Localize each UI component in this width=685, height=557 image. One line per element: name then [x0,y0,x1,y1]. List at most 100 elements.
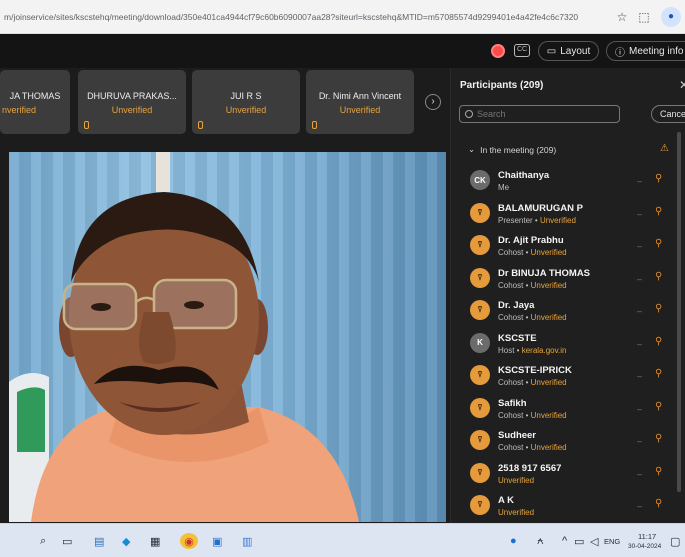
search-icon[interactable]: ⌕ [40,533,46,549]
thumbnail-name: DHURUVA PRAKAS... [87,91,177,101]
muted-mic-icon[interactable]: ⚲ [655,466,662,477]
participant-name: 2518 917 6567 [498,462,562,474]
participant-row[interactable]: ⍢ Dr BINUJA THOMAS Cohost • Unverified – ⚲ [451,263,685,296]
separator-dot: • [514,345,522,355]
participant-role: Cohost [498,378,524,387]
avatar: ⍢ [470,300,490,320]
participant-thumbnail[interactable]: Dr. Nimi Ann Vincent Unverified [306,70,414,134]
participant-thumbnail[interactable]: JA THOMAS nverified [0,70,70,134]
photos-icon[interactable]: ▥ [242,533,252,549]
participant-name: Dr. Jaya [498,300,535,311]
participant-status: kerala.gov.in [521,345,567,355]
chevron-right-icon[interactable]: › [425,94,441,110]
participant-thumbnail[interactable]: DHURUVA PRAKAS... Unverified [78,70,186,134]
task-view-icon[interactable]: ▭ [62,533,72,549]
file-explorer-icon[interactable]: ▤ [94,533,104,549]
participant-row[interactable]: ⍢ A K Unverified – ⚲ [451,490,685,523]
participant-row[interactable]: ⍢ Dr. Ajit Prabhu Cohost • Unverified – ⚲ [451,230,685,263]
separator-dot: • [523,248,531,257]
main-video[interactable] [9,152,446,522]
participant-row[interactable]: ⍢ 2518 917 6567 Unverified – ⚲ [451,458,685,491]
avatar: ⍢ [470,397,490,418]
search-input[interactable] [477,109,607,119]
search-field[interactable] [459,105,620,123]
muted-mic-icon[interactable]: ⚲ [655,303,662,314]
muted-mic-icon[interactable]: ⚲ [655,271,662,282]
person-icon: ⍢ [477,207,483,217]
participant-row[interactable]: CK Chaithanya Me – ⚲ [451,165,685,198]
participant-row[interactable]: ⍢ KSCSTE-IPRICK Cohost • Unverified – ⚲ [451,360,685,393]
language-indicator[interactable]: ENG [604,537,620,546]
participant-row[interactable]: ⍢ Sudheer Cohost • Unverified – ⚲ [451,425,685,458]
store-icon[interactable]: ▣ [212,533,222,549]
participant-status: Unverified [530,443,567,452]
participant-role: Presenter [498,215,533,225]
url-text[interactable]: m/joinservice/sites/kscstehq/meeting/dow… [0,12,611,22]
muted-mic-icon[interactable]: ⚲ [655,206,662,217]
cancel-button[interactable]: Cancel [651,105,685,123]
separator-dot: • [523,280,531,290]
muted-mic-icon[interactable]: ⚲ [655,336,662,347]
thumbnail-status: Unverified [111,105,153,115]
participant-name: Dr. Ajit Prabhu [498,235,564,246]
muted-mic-icon[interactable]: ⚲ [655,173,662,184]
captions-icon[interactable]: CC [514,44,530,57]
separator-dot: • [523,313,531,322]
clock-date[interactable]: 30-04-2024 [628,543,661,550]
participant-row[interactable]: ⍢ Safikh Cohost • Unverified – ⚲ [451,393,685,426]
chrome-icon[interactable]: ◉ [180,533,198,549]
network-icon[interactable]: ▭ [574,533,584,549]
participant-role: Cohost [498,313,524,322]
participant-subtitle: Cohost • Unverified [498,378,567,387]
participant-role: Cohost [498,248,524,257]
participant-name: KSCSTE [498,332,537,344]
muted-mic-icon[interactable]: ⚲ [655,498,662,509]
edge-icon[interactable]: ◆ [122,533,130,549]
meeting-topbar: CC ▭ Layout ⓘ Meeting info [0,34,685,68]
participant-subtitle: Presenter • Unverified [498,216,576,225]
muted-mic-icon[interactable]: ⚲ [655,401,662,412]
profile-icon[interactable]: ● [661,6,681,27]
meeting-info-button[interactable]: ⓘ Meeting info [606,41,685,61]
person-icon: ⍢ [477,467,483,477]
muted-mic-icon [198,121,203,129]
close-icon[interactable]: ✕ [679,78,685,92]
participant-subtitle: Cohost • Unverified [498,313,567,322]
person-icon: ⍢ [477,272,483,282]
volume-icon[interactable]: ◁ [590,533,598,549]
layout-button[interactable]: ▭ Layout [538,41,599,61]
thumbnail-name: Dr. Nimi Ann Vincent [318,91,402,101]
avatar: ⍢ [470,202,490,223]
video-off-icon: – [637,208,643,219]
video-off-icon: – [637,501,643,511]
participant-row[interactable]: ⍢ BALAMURUGAN P Presenter • Unverified – ⚲ [451,198,685,231]
muted-mic-icon[interactable]: ⚲ [655,238,662,249]
participant-subtitle: Unverified [498,476,534,485]
participant-role: Cohost [498,280,524,290]
participant-thumbnail[interactable]: JUI R S Unverified [192,70,300,134]
calculator-icon[interactable]: ▦ [150,533,160,549]
participant-subtitle: Cohost • Unverified [498,443,567,452]
participant-name: A K [498,495,515,506]
weather-icon[interactable]: ● [510,533,517,549]
muted-mic-icon[interactable]: ⚲ [655,368,662,379]
chevron-up-icon[interactable]: ^ [562,533,567,549]
section-in-meeting[interactable]: ⌄ In the meeting (209) [468,144,556,155]
extensions-icon[interactable]: ⬚ [633,6,655,28]
clock-time[interactable]: 11:17 [638,532,656,541]
thumbnail-status: nverified [2,105,37,115]
participant-row[interactable]: K KSCSTE Host • kerala.gov.in – ⚲ [451,328,685,361]
participant-name: BALAMURUGAN P [498,202,583,214]
people-icon[interactable]: ⍲ [537,533,544,549]
participant-subtitle: Host • kerala.gov.in [498,346,566,355]
participant-role: Me [498,183,510,192]
participant-subtitle: Cohost • Unverified [498,248,567,257]
star-icon[interactable]: ☆ [611,6,633,28]
notifications-icon[interactable]: ▢ [670,533,680,549]
screen: m/joinservice/sites/kscstehq/meeting/dow… [0,0,685,557]
warning-icon: ⚠ [660,143,669,154]
participant-name: Dr BINUJA THOMAS [498,267,591,279]
thumbnail-name: JUI R S [230,91,262,101]
muted-mic-icon[interactable]: ⚲ [655,433,662,444]
participant-row[interactable]: ⍢ Dr. Jaya Cohost • Unverified – ⚲ [451,295,685,328]
